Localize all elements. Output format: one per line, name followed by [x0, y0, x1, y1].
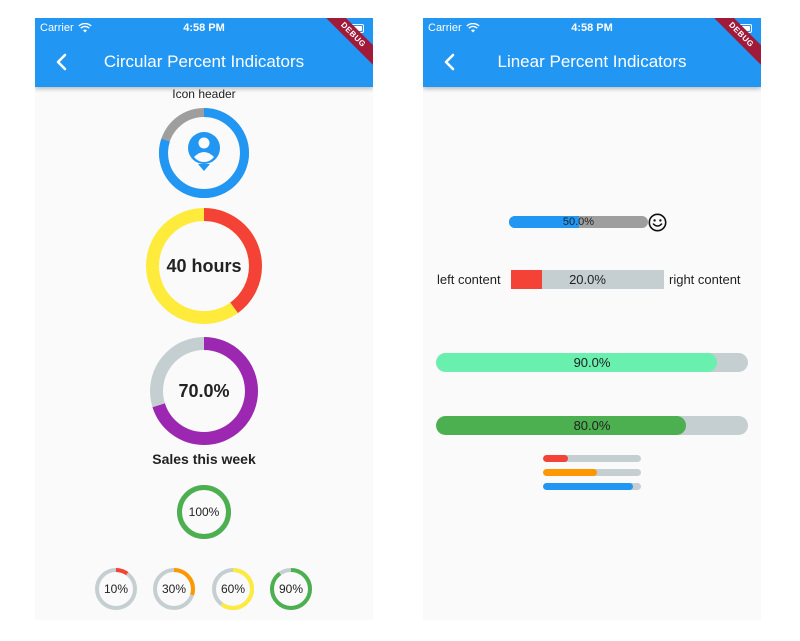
linear-indicator-50: 50.0%: [509, 216, 648, 228]
small-indicator-90-label: 90%: [278, 582, 304, 596]
small-indicator-10-label: 10%: [103, 582, 129, 596]
page-title: Linear Percent Indicators: [497, 52, 687, 71]
small-indicator-60-label: 60%: [220, 582, 246, 596]
status-time: 4:58 PM: [183, 22, 225, 34]
status-bar: Carrier 4:58 PM: [40, 22, 368, 36]
mini-indicator-orange-fill: [543, 469, 597, 476]
linear-indicators-screen: Carrier 4:58 PM Linear Percent Indicator…: [423, 18, 761, 620]
app-bar: Carrier 4:58 PM Linear Percent Indicator…: [423, 18, 761, 87]
hundred-percent-label: 100%: [188, 505, 220, 519]
linear-indicator-50-label: 50.0%: [562, 216, 595, 228]
circular-content: Icon header 40 hours 70.0% Sales this we…: [35, 87, 373, 620]
seventy-percent-label: 70.0%: [178, 380, 230, 401]
app-bar: Carrier 4:58 PM Circular Percent Indicat…: [35, 18, 373, 87]
linear-indicator-90-label: 90.0%: [573, 355, 611, 370]
mini-indicator-red: [543, 455, 641, 462]
small-indicator-30-label: 30%: [161, 582, 187, 596]
linear-indicator-90: 90.0%: [436, 353, 748, 372]
status-time: 4:58 PM: [571, 22, 613, 34]
page-title: Circular Percent Indicators: [103, 52, 305, 71]
mini-indicator-blue-fill: [543, 483, 634, 490]
icon-header-label: Icon header: [172, 87, 236, 101]
smiley-icon: [648, 213, 667, 232]
hours-label: 40 hours: [166, 255, 242, 276]
linear-content: 50.0% left content 20.0% right content 9…: [423, 87, 761, 620]
linear-indicator-20: 20.0%: [511, 270, 664, 289]
mini-indicator-blue: [543, 483, 641, 490]
sales-footer-label: Sales this week: [152, 451, 256, 467]
linear-indicator-80: 80.0%: [436, 416, 748, 435]
linear-indicator-20-label: 20.0%: [569, 272, 606, 287]
user-icon: [186, 131, 222, 175]
circular-indicators-screen: Carrier 4:58 PM Circular Percent Indicat…: [35, 18, 373, 620]
left-content-label: left content: [437, 272, 501, 287]
mini-indicator-orange: [543, 469, 641, 476]
status-bar: Carrier 4:58 PM: [428, 22, 756, 36]
right-content-label: right content: [669, 272, 741, 287]
mini-indicator-red-fill: [543, 455, 568, 462]
linear-indicator-80-label: 80.0%: [573, 418, 611, 433]
